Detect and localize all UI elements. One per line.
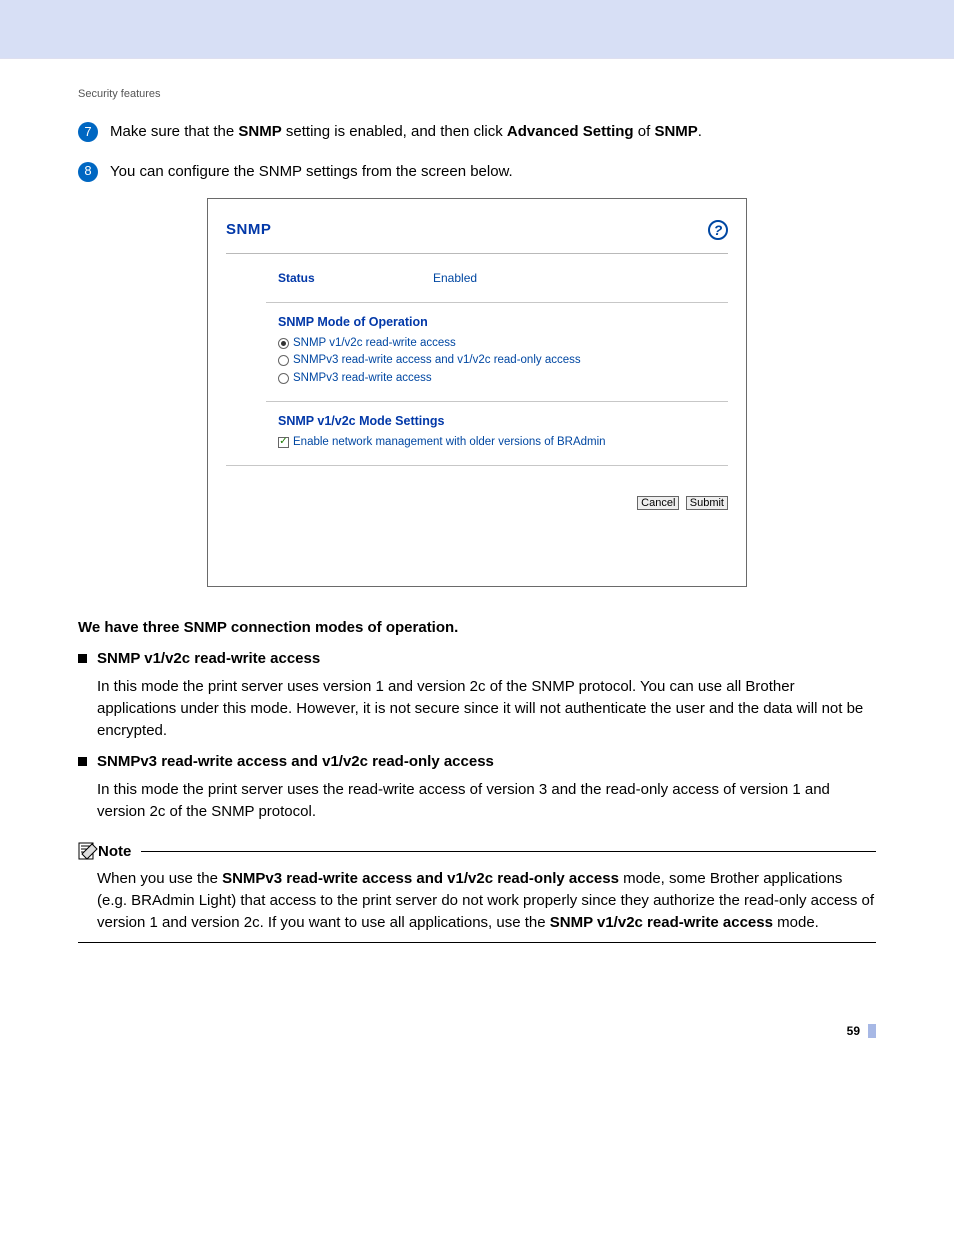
note-bold-1: SNMPv3 read-write access and v1/v2c read… [222, 870, 619, 887]
step-8-text: You can configure the SNMP settings from… [110, 161, 876, 183]
mode-of-operation-title: SNMP Mode of Operation [278, 313, 728, 331]
text: setting is enabled, and then click [282, 123, 507, 140]
radio-icon [278, 355, 289, 366]
square-bullet-icon [78, 654, 87, 663]
page-header-band-inner [0, 0, 954, 58]
snmp-settings-panel: SNMP ? Status Enabled SNMP Mode of Opera… [207, 198, 747, 586]
note-header-row: Note [78, 841, 876, 863]
snmp-bold-2: SNMP [654, 123, 697, 140]
panel-divider [266, 302, 728, 303]
text: of [634, 123, 655, 140]
v1v2c-mode-settings-section: SNMP v1/v2c Mode Settings ✓ Enable netwo… [226, 412, 728, 451]
mode-2-item: SNMPv3 read-write access and v1/v2c read… [78, 751, 876, 773]
text: When you use the [97, 870, 222, 887]
note-header-rule [141, 851, 876, 852]
mode-2-body: In this mode the print server uses the r… [97, 779, 876, 823]
square-bullet-icon [78, 757, 87, 766]
panel-divider [226, 465, 728, 466]
radio-label: SNMP v1/v2c read-write access [293, 335, 456, 352]
step-8: 8 You can configure the SNMP settings fr… [78, 161, 876, 183]
note-body: When you use the SNMPv3 read-write acces… [97, 868, 876, 933]
status-row: Status Enabled [226, 270, 728, 287]
v1v2c-mode-settings-title: SNMP v1/v2c Mode Settings [278, 412, 728, 430]
note-label: Note [98, 841, 131, 863]
mode-1-item: SNMP v1/v2c read-write access [78, 648, 876, 670]
panel-actions: Cancel Submit [634, 494, 728, 511]
radio-icon [278, 338, 289, 349]
panel-header: SNMP ? [226, 219, 728, 254]
page-content: Security features 6 7 Make sure that the… [0, 59, 954, 1040]
page-number: 59 [847, 1023, 860, 1040]
mode-of-operation-section: SNMP Mode of Operation SNMP v1/v2c read-… [226, 313, 728, 387]
page-number-accent [868, 1024, 876, 1038]
radio-label: SNMPv3 read-write access [293, 370, 432, 387]
note-icon [78, 842, 98, 860]
cancel-button[interactable]: Cancel [637, 496, 679, 510]
note-footer-rule [78, 942, 876, 943]
mode-1-title: SNMP v1/v2c read-write access [97, 648, 320, 670]
note-block: Note When you use the SNMPv3 read-write … [78, 841, 876, 943]
snmp-bold: SNMP [238, 123, 281, 140]
checkbox-icon: ✓ [278, 437, 289, 448]
step-7-text: Make sure that the SNMP setting is enabl… [110, 121, 876, 143]
note-bold-2: SNMP v1/v2c read-write access [550, 914, 773, 931]
step-number-badge: 8 [78, 162, 98, 182]
mode-1-body: In this mode the print server uses versi… [97, 676, 876, 741]
help-icon[interactable]: ? [708, 220, 728, 240]
page-footer: 59 [78, 1023, 876, 1040]
mode-2-title: SNMPv3 read-write access and v1/v2c read… [97, 751, 494, 773]
advanced-setting-bold: Advanced Setting [507, 123, 634, 140]
radio-v3-rw-v1v2c-ro[interactable]: SNMPv3 read-write access and v1/v2c read… [278, 352, 728, 369]
text: Make sure that the [110, 123, 238, 140]
step-number-badge: 7 [78, 122, 98, 142]
panel-title: SNMP [226, 219, 271, 241]
section-heading: Security features [78, 87, 876, 103]
text: . [698, 123, 702, 140]
radio-v1v2c-rw[interactable]: SNMP v1/v2c read-write access [278, 335, 728, 352]
radio-icon [278, 373, 289, 384]
enable-bradmin-checkbox[interactable]: ✓ Enable network management with older v… [278, 434, 728, 451]
checkbox-label: Enable network management with older ver… [293, 434, 606, 451]
step-7: 7 Make sure that the SNMP setting is ena… [78, 121, 876, 143]
text: mode. [773, 914, 819, 931]
status-value: Enabled [433, 270, 477, 287]
submit-button[interactable]: Submit [686, 496, 728, 510]
radio-label: SNMPv3 read-write access and v1/v2c read… [293, 352, 581, 369]
radio-v3-rw[interactable]: SNMPv3 read-write access [278, 370, 728, 387]
panel-divider [266, 401, 728, 402]
modes-intro: We have three SNMP connection modes of o… [78, 617, 876, 639]
page-header-band [0, 0, 954, 58]
status-label: Status [278, 270, 433, 287]
